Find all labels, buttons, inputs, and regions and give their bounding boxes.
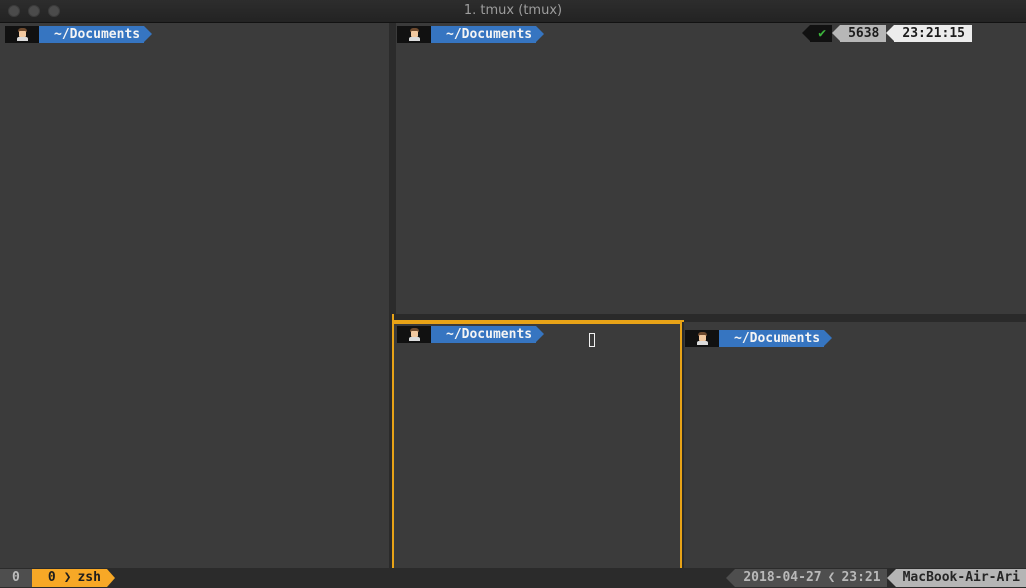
user-avatar-icon xyxy=(5,26,47,43)
session-index[interactable]: 0 xyxy=(0,569,41,587)
tmux-status-bar: 0 0 ❯ zsh 2018-04-27 ❮ 23:21 MacBook-Air… xyxy=(0,568,1026,588)
window-titlebar[interactable]: 1. tmux (tmux) xyxy=(0,0,1026,23)
status-time: 23:21 xyxy=(841,570,881,585)
window-name: zsh xyxy=(77,570,101,585)
prompt-directory: ~/Documents xyxy=(431,26,545,43)
window-tab-active[interactable]: 0 ❯ zsh xyxy=(31,569,116,587)
user-avatar-icon xyxy=(397,326,439,343)
right-prompt: ✔ 5638 23:21:15 xyxy=(802,25,972,42)
prompt-pid: 5638 xyxy=(832,25,887,42)
check-icon: ✔ xyxy=(802,25,833,42)
terminal-area[interactable]: ~/Documents ~/Documents ✔ 5638 23:21:15 … xyxy=(0,23,1026,568)
status-right: 2018-04-27 ❮ 23:21 MacBook-Air-Ari xyxy=(726,569,1026,587)
prompt-directory: ~/Documents xyxy=(431,326,545,343)
chevron-right-icon: ❯ xyxy=(63,570,72,585)
prompt-directory: ~/Documents xyxy=(719,330,833,347)
tmux-pane-top-right[interactable]: ~/Documents ✔ 5638 23:21:15 xyxy=(396,23,1026,314)
active-pane-border-left xyxy=(392,314,394,568)
pane-divider-vertical[interactable] xyxy=(389,23,396,314)
pane-divider-vertical-2[interactable] xyxy=(682,322,684,568)
status-left: 0 0 ❯ zsh xyxy=(0,569,116,587)
active-pane-border-top xyxy=(394,320,684,322)
tmux-pane-bottom-right[interactable]: ~/Documents xyxy=(683,322,1026,568)
user-avatar-icon xyxy=(397,26,439,43)
window-index: 0 xyxy=(47,570,56,585)
user-avatar-icon xyxy=(685,330,727,347)
shell-prompt: ~/Documents xyxy=(5,26,153,43)
prompt-time: 23:21:15 xyxy=(886,25,972,42)
status-hostname: MacBook-Air-Ari xyxy=(886,569,1026,587)
shell-prompt: ~/Documents xyxy=(397,326,545,343)
tmux-pane-bottom-middle[interactable]: ~/Documents xyxy=(393,322,681,568)
status-datetime: 2018-04-27 ❮ 23:21 xyxy=(726,569,887,587)
text-cursor xyxy=(589,333,595,347)
shell-prompt: ~/Documents xyxy=(685,330,833,347)
chevron-left-icon: ❮ xyxy=(827,570,836,585)
status-date: 2018-04-27 xyxy=(743,570,822,585)
tmux-pane-left[interactable]: ~/Documents xyxy=(0,23,389,568)
shell-prompt: ~/Documents xyxy=(397,26,545,43)
prompt-directory: ~/Documents xyxy=(39,26,153,43)
window-title: 1. tmux (tmux) xyxy=(463,3,563,18)
